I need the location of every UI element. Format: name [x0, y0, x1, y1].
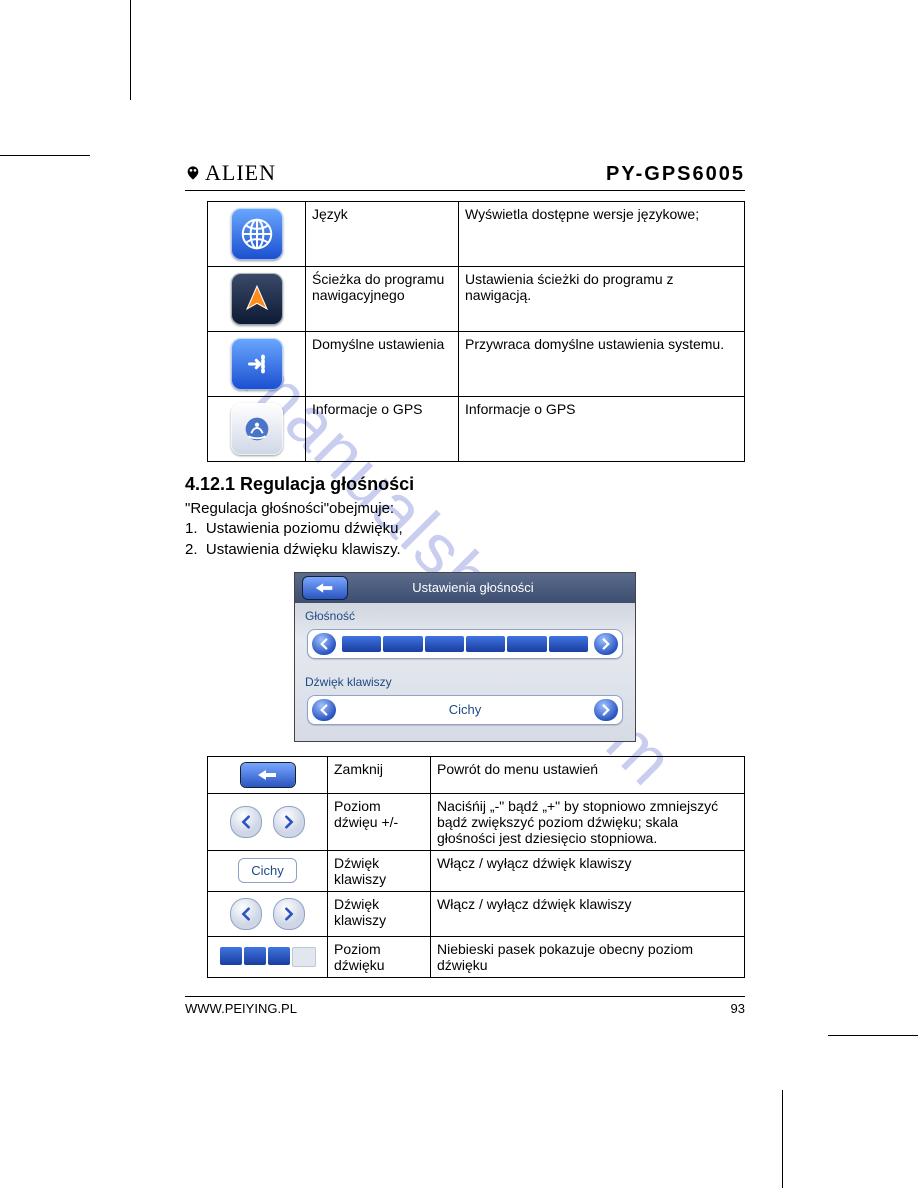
setting-name: Język [306, 202, 459, 267]
globe-icon [231, 208, 283, 260]
alien-logo-icon [185, 165, 201, 181]
keysound-next-button[interactable] [594, 699, 618, 721]
control-desc: Włącz / wyłącz dźwięk klawiszy [431, 850, 745, 891]
setting-name: Informacje o GPS [306, 397, 459, 462]
plus-button-icon [273, 806, 305, 838]
screenshot-titlebar: Ustawienia głośności [295, 573, 635, 603]
volume-settings-screenshot: Ustawienia głośności Głośność Dźwięk kla… [294, 572, 636, 742]
control-name: Dźwięk klawiszy [328, 891, 431, 936]
controls-table: Zamknij Powrót do menu ustawień Poziom d… [207, 756, 745, 978]
table-row: Zamknij Powrót do menu ustawień [208, 756, 745, 793]
crop-mark [130, 0, 131, 100]
gps-info-icon [231, 403, 283, 455]
minus-button-icon [230, 806, 262, 838]
reset-icon [231, 338, 283, 390]
page-content: ALIEN PY-GPS6005 Język Wyświetla dostępn… [185, 160, 745, 1016]
control-desc: Naciśńij „-" bądź „+" by stopniowo zmnie… [431, 793, 745, 850]
section-intro: "Regulacja głośności"obejmuje: [185, 499, 745, 519]
left-button-icon [230, 898, 262, 930]
keysound-prev-button[interactable] [312, 699, 336, 721]
control-desc: Powrót do menu ustawień [431, 756, 745, 793]
control-name: Poziom dźwięku [328, 936, 431, 977]
footer-url: WWW.PEIYING.PL [185, 1001, 297, 1016]
crop-mark [782, 1090, 783, 1188]
screenshot-title: Ustawienia głośności [355, 580, 635, 595]
setting-name: Domyślne ustawienia [306, 332, 459, 397]
control-desc: Niebieski pasek pokazuje obecny poziom d… [431, 936, 745, 977]
volume-decrease-button[interactable] [312, 633, 336, 655]
cichy-label-icon: Cichy [238, 858, 297, 883]
page-header: ALIEN PY-GPS6005 [185, 160, 745, 191]
table-row: Poziom dźwięku Niebieski pasek pokazuje … [208, 936, 745, 977]
table-row: Dźwięk klawiszy Włącz / wyłącz dźwięk kl… [208, 891, 745, 936]
keysound-row: Cichy [307, 695, 623, 725]
section-body-list: 1. Ustawienia poziomu dźwięku, 2. Ustawi… [185, 519, 745, 560]
table-row: Domyślne ustawienia Przywraca domyślne u… [208, 332, 745, 397]
table-row: Cichy Dźwięk klawiszy Włącz / wyłącz dźw… [208, 850, 745, 891]
volume-row [307, 629, 623, 659]
volume-increase-button[interactable] [594, 633, 618, 655]
setting-name: Ścieżka do programu nawigacyjnego [306, 267, 459, 332]
crop-mark [828, 1035, 918, 1036]
table-row: Informacje o GPS Informacje o GPS [208, 397, 745, 462]
setting-desc: Informacje o GPS [459, 397, 745, 462]
back-icon [241, 763, 295, 787]
control-name: Poziom dźwięu +/- [328, 793, 431, 850]
settings-table: Język Wyświetla dostępne wersje językowe… [207, 201, 745, 462]
list-item: Ustawienia poziomu dźwięku, [206, 520, 403, 537]
list-item: Ustawienia dźwięku klawiszy. [206, 541, 401, 558]
section-heading: 4.12.1 Regulacja głośności [185, 474, 745, 495]
level-bars-icon [220, 947, 316, 967]
volume-level-bars [342, 636, 588, 652]
setting-desc: Ustawienia ścieżki do programu z nawigac… [459, 267, 745, 332]
volume-label: Głośność [295, 603, 635, 625]
control-name: Dźwięk klawiszy [328, 850, 431, 891]
setting-desc: Wyświetla dostępne wersje językowe; [459, 202, 745, 267]
brand-block: ALIEN [185, 160, 276, 186]
crop-mark [0, 155, 90, 156]
control-desc: Włącz / wyłącz dźwięk klawiszy [431, 891, 745, 936]
brand-name: ALIEN [205, 160, 276, 186]
footer-page-number: 93 [731, 1001, 745, 1016]
table-row: Ścieżka do programu nawigacyjnego Ustawi… [208, 267, 745, 332]
keysound-label: Dźwięk klawiszy [295, 669, 635, 691]
page-footer: WWW.PEIYING.PL 93 [185, 996, 745, 1016]
right-button-icon [273, 898, 305, 930]
table-row: Poziom dźwięu +/- Naciśńij „-" bądź „+" … [208, 793, 745, 850]
model-number: PY-GPS6005 [606, 163, 745, 186]
back-button[interactable] [303, 577, 347, 599]
control-name: Zamknij [328, 756, 431, 793]
setting-desc: Przywraca domyślne ustawienia systemu. [459, 332, 745, 397]
table-row: Język Wyświetla dostępne wersje językowe… [208, 202, 745, 267]
keysound-value: Cichy [336, 702, 594, 717]
arrow-nav-icon [231, 273, 283, 325]
